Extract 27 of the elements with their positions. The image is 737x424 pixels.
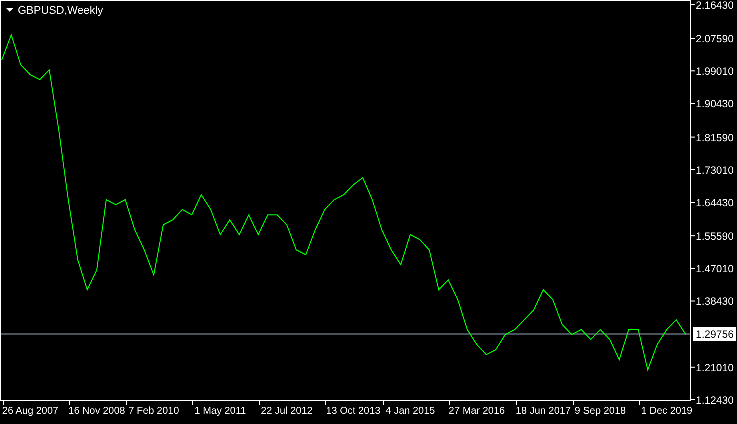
axis-label: 1.99010 [696, 66, 734, 78]
ref-line-label: 1.29756 [696, 329, 734, 342]
axis-label: 1.81590 [696, 132, 734, 144]
dropdown-triangle-icon[interactable] [6, 8, 14, 12]
axis-label: 26 Aug 2007 [2, 406, 59, 417]
axis-label: 1.90430 [696, 98, 734, 111]
axis-label: 1.21010 [696, 362, 734, 374]
chart-title: GBPUSD,Weekly [18, 5, 104, 17]
axis-label: 9 Sep 2018 [574, 406, 626, 417]
axis-label: 1.38430 [696, 296, 734, 308]
axis-label: 2.16430 [696, 0, 734, 12]
axis-label: 1.47010 [696, 264, 734, 276]
axis-label: 13 Oct 2013 [326, 406, 381, 417]
axis-label: 1.64430 [696, 198, 734, 210]
axis-label: 1 May 2011 [194, 406, 246, 417]
price-label: 1.29756 [693, 327, 736, 342]
axis-label: 16 Nov 2008 [68, 406, 126, 417]
axis-label: 1.12430 [696, 395, 734, 407]
axis-label: 18 Jun 2017 [516, 406, 572, 417]
axis-label: 27 Mar 2016 [448, 406, 506, 417]
axis-label: 7 Feb 2010 [128, 406, 180, 417]
axis-label: 4 Jan 2015 [386, 406, 436, 417]
axis-label: 1.73010 [696, 164, 734, 177]
axis-label: 2.07590 [696, 34, 734, 46]
axis-label: 1.55590 [696, 231, 734, 244]
axis-label: 22 Jul 2012 [261, 406, 313, 417]
axis-label: 1 Dec 2019 [641, 406, 693, 417]
